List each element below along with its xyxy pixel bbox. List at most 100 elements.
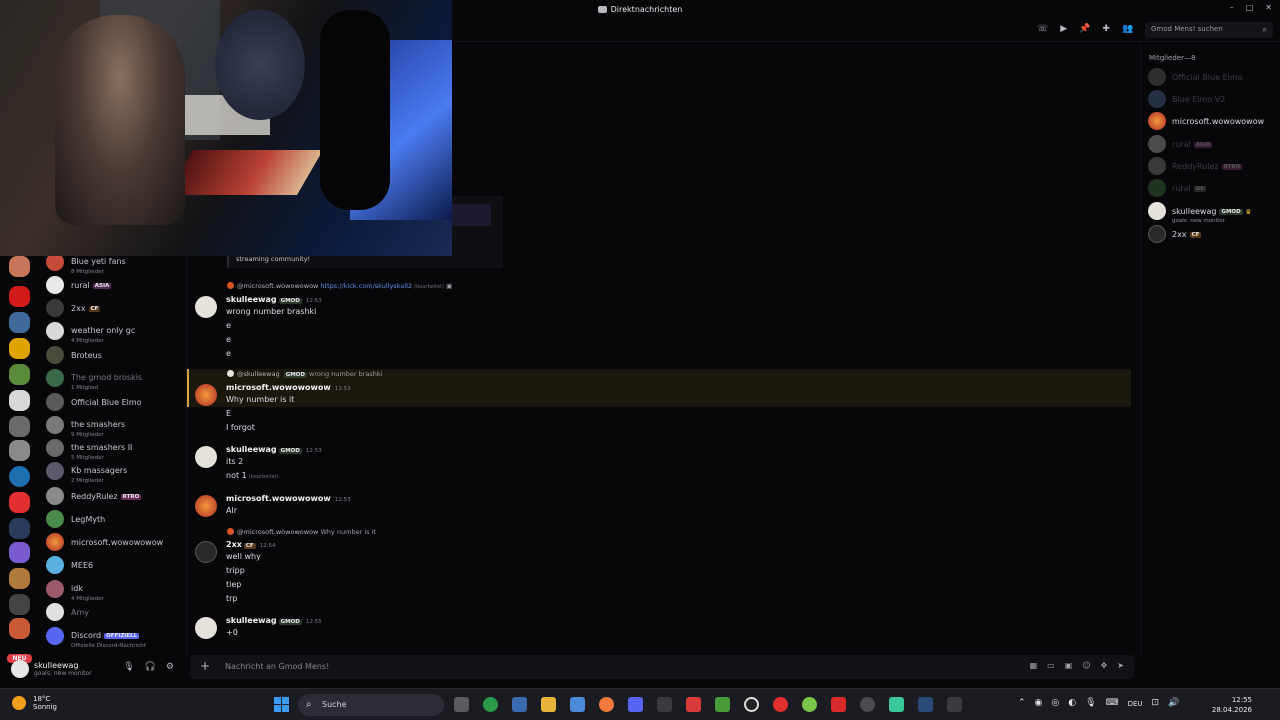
message-author[interactable]: microsoft.wowowowow xyxy=(226,494,331,503)
server-icon[interactable] xyxy=(9,568,30,589)
dm-item[interactable]: idk 4 Mitglieder xyxy=(46,579,186,602)
volume-icon[interactable]: 🔊 xyxy=(1168,698,1179,708)
avatar[interactable] xyxy=(11,660,29,678)
dm-item[interactable]: microsoft.wowowowow xyxy=(46,532,186,552)
server-icon[interactable] xyxy=(9,286,30,307)
member-item[interactable]: skulleewag GMOD ♛ goals: new monitor xyxy=(1148,201,1278,224)
minimize-icon[interactable]: – xyxy=(1230,3,1234,12)
server-icon[interactable] xyxy=(9,518,30,539)
sticker-icon[interactable]: ▣ xyxy=(1065,661,1073,670)
member-item[interactable]: rural ASIA xyxy=(1148,134,1278,154)
discord-icon[interactable] xyxy=(628,697,643,712)
record-icon[interactable] xyxy=(773,697,788,712)
roblox-icon[interactable] xyxy=(831,697,846,712)
message-author[interactable]: skulleewag xyxy=(226,616,277,625)
video-icon[interactable]: ▶ xyxy=(1060,24,1067,34)
message-author[interactable]: skulleewag xyxy=(226,445,277,454)
pin-icon[interactable]: 📌 xyxy=(1079,24,1090,34)
member-item[interactable]: rural GE xyxy=(1148,178,1278,198)
message-composer[interactable]: + Nachricht an Gmod Mens! ▦ ▭ ▣ ☺ ✥ ➤ xyxy=(190,655,1134,679)
dm-item[interactable]: Official Blue Elmo xyxy=(46,392,186,412)
tray-app-icon[interactable]: ◉ xyxy=(1035,698,1043,708)
avatar[interactable] xyxy=(195,495,217,517)
dm-item[interactable]: Broteus xyxy=(46,345,186,365)
server-icon[interactable] xyxy=(9,364,30,385)
member-item[interactable]: Official Blue Elmo xyxy=(1148,67,1278,87)
chrome-icon[interactable] xyxy=(483,697,498,712)
dm-item[interactable]: Discord OFFIZIELL Offizielle Discord-Nachr… xyxy=(46,626,186,649)
server-icon[interactable] xyxy=(9,256,30,277)
file-explorer-icon[interactable] xyxy=(541,697,556,712)
server-icon[interactable] xyxy=(9,492,30,513)
gear-icon[interactable]: ⚙ xyxy=(166,662,174,672)
dm-item[interactable]: the smashers II 5 Mitglieder xyxy=(46,438,186,461)
dm-item[interactable]: weather only gc 4 Mitglieder xyxy=(46,321,186,344)
app-icon[interactable] xyxy=(947,697,962,712)
message-author[interactable]: microsoft.wowowowow xyxy=(226,383,331,392)
weather-widget[interactable]: 18°C Sonnig xyxy=(12,695,57,711)
avatar[interactable] xyxy=(195,617,217,639)
members-icon[interactable]: 👥 xyxy=(1122,24,1133,34)
gif-icon[interactable]: ▭ xyxy=(1047,661,1055,670)
emoji-icon[interactable]: ☺ xyxy=(1082,661,1090,670)
task-view-icon[interactable] xyxy=(454,697,469,712)
message-author[interactable]: skulleewag xyxy=(226,295,277,304)
app-icon[interactable] xyxy=(802,697,817,712)
server-icon[interactable] xyxy=(9,618,30,639)
steam-icon[interactable] xyxy=(918,697,933,712)
language-indicator[interactable]: DEU xyxy=(1128,700,1143,708)
network-icon[interactable]: ⊡ xyxy=(1152,698,1160,708)
calculator-icon[interactable] xyxy=(512,697,527,712)
microphone-icon[interactable]: 🎙 xyxy=(123,662,134,672)
member-item[interactable]: microsoft.wowowowow xyxy=(1148,111,1278,131)
dm-item[interactable]: The gmod broskis 1 Mitglied xyxy=(46,368,186,391)
discord-tray-icon[interactable]: ◐ xyxy=(1068,698,1076,708)
reply-preview[interactable]: @microsoft.wowowowow https://kick.com/sk… xyxy=(227,282,452,291)
minecraft-icon[interactable] xyxy=(715,697,730,712)
app-icon[interactable] xyxy=(686,697,701,712)
dm-item[interactable]: MEE6 xyxy=(46,555,186,575)
app-icon[interactable] xyxy=(889,697,904,712)
reply-preview[interactable]: @skulleewag GMOD wrong number brashki xyxy=(227,370,382,379)
app-icon[interactable] xyxy=(599,697,614,712)
avatar[interactable] xyxy=(195,541,217,563)
headphones-icon[interactable]: 🎧 xyxy=(145,662,156,672)
plus-icon[interactable]: + xyxy=(200,660,210,672)
server-icon[interactable] xyxy=(9,390,30,411)
server-icon[interactable] xyxy=(9,312,30,333)
avatar[interactable] xyxy=(195,384,217,406)
dm-item[interactable]: Kb massagers 2 Mitglieder xyxy=(46,461,186,484)
send-icon[interactable]: ➤ xyxy=(1117,661,1124,670)
member-item[interactable]: ReddyRulez RTRO xyxy=(1148,156,1278,176)
chevron-up-icon[interactable]: ⌃ xyxy=(1018,698,1026,708)
avatar[interactable] xyxy=(195,446,217,468)
message-author[interactable]: 2xx xyxy=(226,540,242,549)
member-item[interactable]: Blue Elmo V2 xyxy=(1148,89,1278,109)
search-input[interactable]: Gmod Mens! suchen ⌕ xyxy=(1145,22,1273,38)
server-icon[interactable] xyxy=(9,466,30,487)
gif-app-icon[interactable] xyxy=(657,697,672,712)
dm-item[interactable]: LegMyth xyxy=(46,509,186,529)
windows-start-icon[interactable] xyxy=(274,697,289,712)
server-icon[interactable] xyxy=(9,594,30,615)
app-icon[interactable] xyxy=(860,697,875,712)
add-member-icon[interactable]: ✚ xyxy=(1102,24,1110,34)
dm-item[interactable]: rural ASIA xyxy=(46,275,186,295)
server-icon[interactable] xyxy=(9,338,30,359)
server-icon[interactable] xyxy=(9,440,30,461)
phone-icon[interactable]: ☏ xyxy=(1037,24,1048,34)
gift-icon[interactable]: ▦ xyxy=(1030,661,1038,670)
taskbar-search[interactable]: ⌕ Suche xyxy=(298,694,444,716)
microphone-icon[interactable]: 🎙 xyxy=(1085,698,1096,708)
obs-icon[interactable] xyxy=(744,697,759,712)
reply-preview[interactable]: @microsoft.wowowowow Why number is it xyxy=(227,528,376,537)
store-icon[interactable] xyxy=(570,697,585,712)
reply-link[interactable]: https://kick.com/skullyskall2 xyxy=(320,282,412,290)
maximize-icon[interactable]: □ xyxy=(1246,3,1254,12)
steam-tray-icon[interactable]: ◎ xyxy=(1051,698,1059,708)
apps-icon[interactable]: ✥ xyxy=(1101,661,1108,670)
close-icon[interactable]: ✕ xyxy=(1265,3,1272,12)
server-icon[interactable] xyxy=(9,542,30,563)
avatar[interactable] xyxy=(195,296,217,318)
taskbar-clock[interactable]: 12:55 28.04.2026 xyxy=(1212,695,1252,715)
